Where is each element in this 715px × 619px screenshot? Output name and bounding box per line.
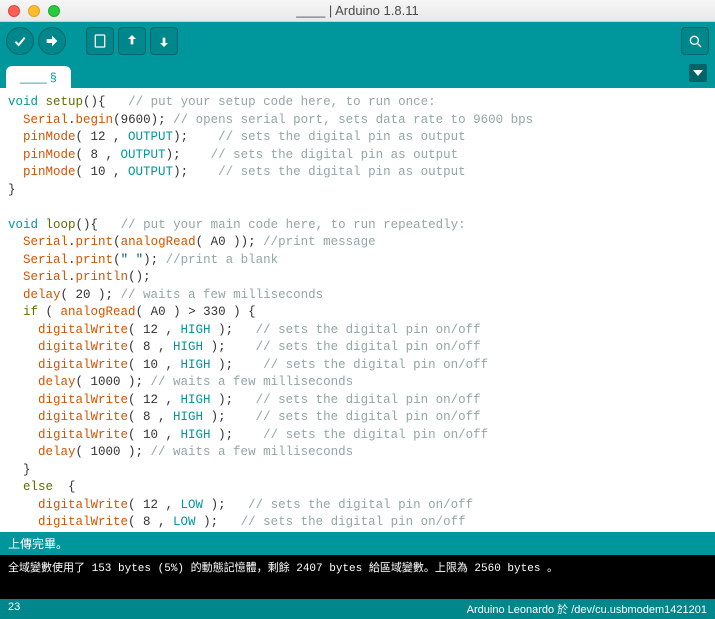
code-editor[interactable]: void setup(){ // put your setup code her…	[0, 88, 715, 532]
upload-status: 上傳完畢。	[0, 532, 715, 555]
window-title: ____ | Arduino 1.8.11	[0, 3, 715, 18]
console-output[interactable]: 全域變數使用了 153 bytes (5%) 的動態記憶體，剩餘 2407 by…	[0, 555, 715, 599]
minimize-button[interactable]	[28, 5, 40, 17]
serial-monitor-button[interactable]	[681, 27, 709, 55]
window-controls	[8, 5, 60, 17]
toolbar	[0, 22, 715, 60]
open-button[interactable]	[118, 27, 146, 55]
titlebar: ____ | Arduino 1.8.11	[0, 0, 715, 22]
verify-button[interactable]	[6, 27, 34, 55]
line-number: 23	[8, 601, 20, 617]
close-button[interactable]	[8, 5, 20, 17]
tabbar: ____ §	[0, 60, 715, 88]
footer-bar: 23 Arduino Leonardo 於 /dev/cu.usbmodem14…	[0, 599, 715, 619]
tab-menu-button[interactable]	[689, 64, 707, 82]
board-info: Arduino Leonardo 於 /dev/cu.usbmodem14212…	[467, 601, 707, 617]
tab-sketch[interactable]: ____ §	[6, 66, 71, 88]
maximize-button[interactable]	[48, 5, 60, 17]
save-button[interactable]	[150, 27, 178, 55]
new-button[interactable]	[86, 27, 114, 55]
upload-button[interactable]	[38, 27, 66, 55]
